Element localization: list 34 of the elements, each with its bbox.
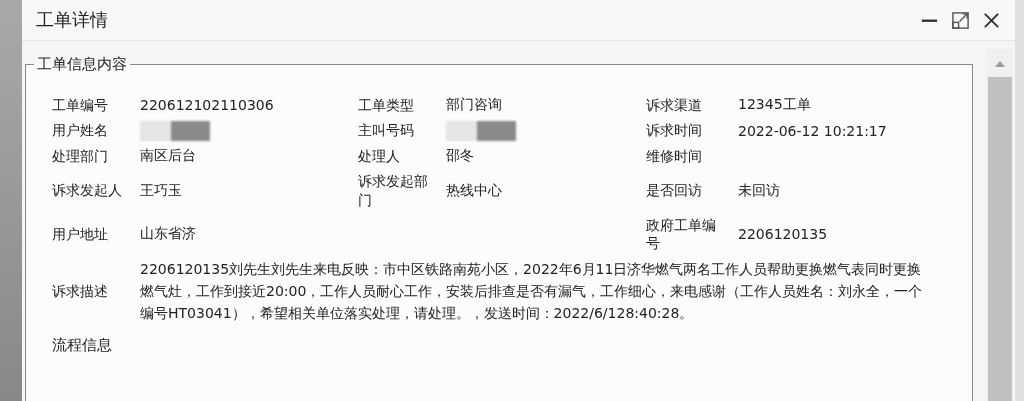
field-label: 工单类型 [358, 96, 415, 115]
field-value: 热线中心 [446, 181, 503, 200]
field-label: 处理部门 [52, 146, 109, 166]
field-value: 220612102110306 [140, 97, 275, 114]
field-label: 诉求发起部门 [358, 171, 429, 210]
field-label: 用户地址 [52, 225, 109, 244]
field-value: 南区后台 [140, 147, 197, 166]
field-value: 王巧玉 [140, 181, 183, 200]
field-label: 用户姓名 [52, 121, 109, 141]
field-label: 维修时间 [646, 146, 703, 166]
window-title: 工单详情 [36, 8, 108, 32]
scroll-thumb[interactable] [988, 77, 1012, 401]
field-label: 诉求时间 [646, 121, 703, 141]
section-title: 流程信息 [52, 336, 113, 356]
field-value: 12345工单 [738, 96, 812, 115]
field-label: 主叫号码 [358, 121, 415, 141]
maximize-icon[interactable] [951, 10, 970, 30]
field-value: 未回访 [738, 181, 781, 200]
field-label: 诉求描述 [52, 282, 109, 302]
field-label: 是否回访 [646, 181, 703, 201]
description-text: 2206120135刘先生刘先生来电反映：市中区铁路南苑小区，2022年6月11日济华燃气两名工作人员帮助更换燃气表同时更换燃气灶，工作到接近20:00，工作人员耐心工作，安装后排查是否有漏气，工作细心，来电感谢（工作人员姓名：刘永全，一个编号HT03041），希望相关单位落实处理，请处理。，发送时间：2022/6/128:40:28。 [140, 260, 924, 323]
field-value: 部门咨询 [446, 96, 503, 115]
field-label: 诉求渠道 [646, 96, 703, 115]
field-label: 政府工单编号 [646, 215, 717, 254]
close-icon[interactable] [982, 10, 1001, 30]
field-label: 诉求发起人 [52, 181, 123, 201]
scrollbar[interactable] [987, 49, 1013, 401]
field-label: 工单编号 [52, 96, 109, 115]
field-value: 邵冬 [446, 147, 475, 166]
field-value: 2022-06-12 10:21:17 [738, 122, 888, 139]
field-value: 2206120135 [738, 226, 829, 243]
field-value: 山东省济 [140, 225, 197, 244]
field-label: 处理人 [358, 146, 401, 166]
section-title: 工单信息内容 [36, 55, 128, 74]
